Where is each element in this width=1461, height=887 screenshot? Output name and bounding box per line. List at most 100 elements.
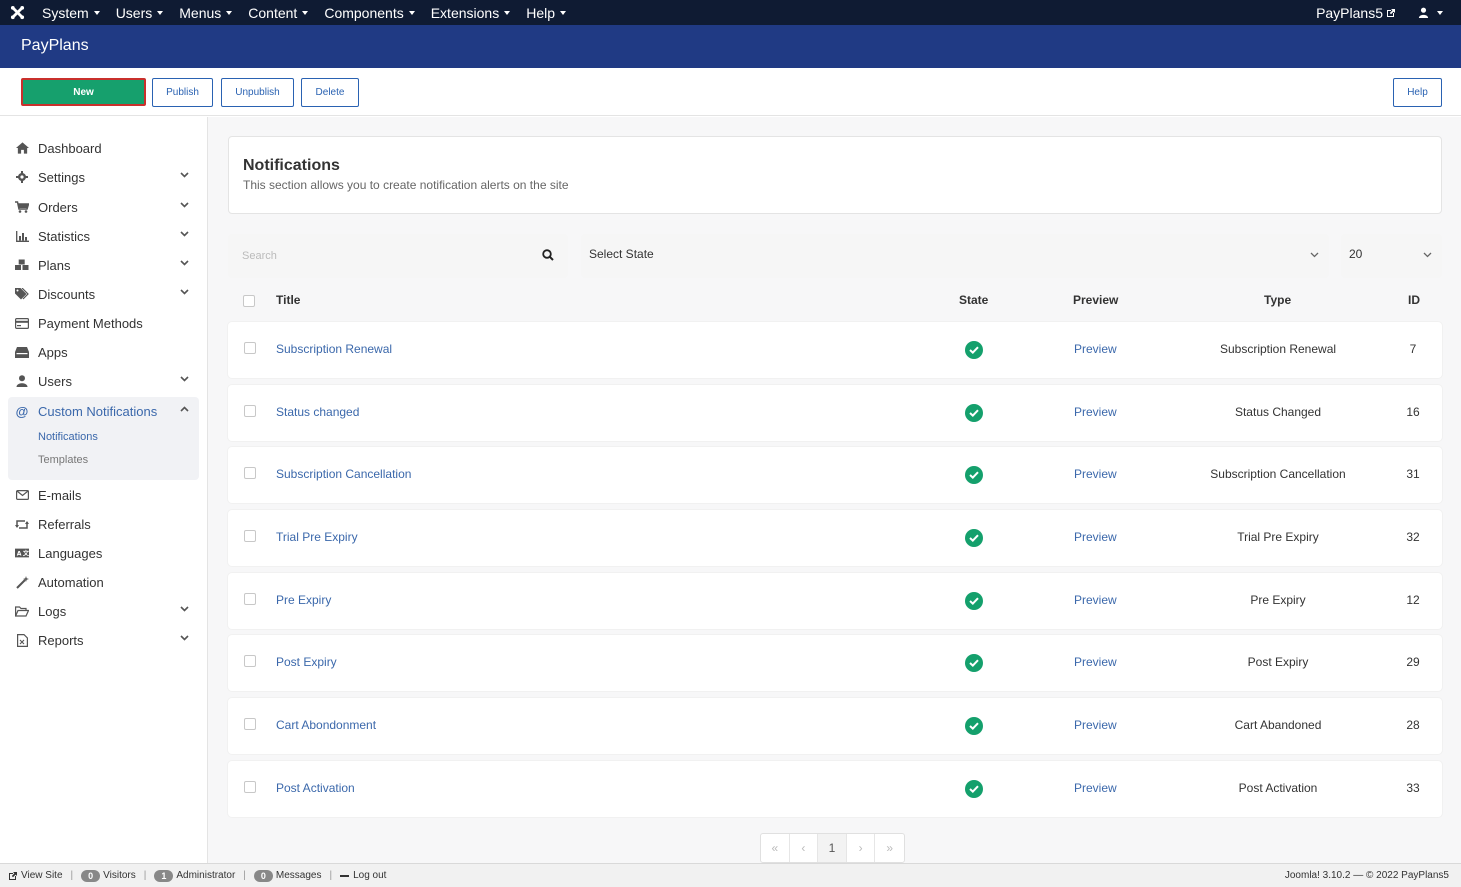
visitors-indicator[interactable]: 0 Visitors [73, 869, 144, 882]
messages-count-badge: 0 [253, 869, 273, 882]
sidebar-subitem-notifications[interactable]: Notifications [38, 431, 98, 443]
search-icon[interactable] [542, 249, 554, 261]
row-preview-link[interactable]: Preview [1074, 405, 1117, 419]
caret-down-icon [408, 10, 415, 15]
search-input[interactable]: Search [228, 234, 568, 278]
limit-select[interactable]: 20 [1341, 234, 1442, 278]
published-check-icon[interactable] [965, 780, 983, 798]
logout-link[interactable]: Log out [332, 870, 394, 881]
menu-users[interactable]: Users [108, 0, 172, 25]
sidebar-item-orders[interactable]: Orders [8, 195, 199, 219]
row-title-link[interactable]: Post Expiry [276, 655, 337, 669]
menu-help[interactable]: Help [518, 0, 574, 25]
unpublish-button[interactable]: Unpublish [221, 78, 294, 107]
external-link-icon [1387, 8, 1395, 17]
column-title[interactable]: Title [276, 293, 300, 307]
view-site-link[interactable]: View Site [0, 870, 71, 881]
row-type: Post Expiry [1247, 655, 1309, 669]
row-title-link[interactable]: Subscription Renewal [276, 342, 392, 356]
publish-button[interactable]: Publish [152, 78, 213, 107]
row-preview-link[interactable]: Preview [1074, 530, 1117, 544]
messages-indicator[interactable]: 0 Messages [246, 869, 330, 882]
sidebar-item-languages[interactable]: A文 Languages [8, 541, 199, 565]
row-checkbox[interactable] [244, 467, 256, 479]
new-button[interactable]: New [21, 78, 146, 106]
sidebar-item-dashboard[interactable]: Dashboard [8, 136, 199, 160]
prev-page-button[interactable]: ‹ [790, 834, 819, 862]
last-page-button[interactable]: » [875, 834, 904, 862]
delete-button[interactable]: Delete [301, 78, 359, 107]
next-page-button[interactable]: › [847, 834, 876, 862]
row-preview-link[interactable]: Preview [1074, 467, 1117, 481]
state-filter-select[interactable]: Select State [581, 234, 1329, 278]
sidebar-item-statistics[interactable]: Statistics [8, 224, 199, 248]
published-check-icon[interactable] [965, 341, 983, 359]
site-link[interactable]: PayPlans5 [1304, 5, 1408, 21]
menu-components[interactable]: Components [316, 0, 422, 25]
sidebar-item-referrals[interactable]: Referrals [8, 512, 199, 536]
row-preview-link[interactable]: Preview [1074, 655, 1117, 669]
row-preview-link[interactable]: Preview [1074, 718, 1117, 732]
sidebar-item-emails[interactable]: E-mails [8, 483, 199, 507]
caret-down-icon [93, 10, 100, 15]
user-menu[interactable] [1408, 7, 1461, 18]
row-checkbox[interactable] [244, 405, 256, 417]
row-type: Trial Pre Expiry [1237, 530, 1319, 544]
row-title-link[interactable]: Status changed [276, 405, 359, 419]
row-checkbox[interactable] [244, 655, 256, 667]
administrator-indicator[interactable]: 1 Administrator [146, 869, 243, 882]
row-type: Cart Abandoned [1234, 718, 1322, 732]
row-title-link[interactable]: Post Activation [276, 781, 355, 795]
row-title-link[interactable]: Cart Abondonment [276, 718, 376, 732]
sidebar-item-plans[interactable]: Plans [8, 253, 199, 277]
sidebar-item-apps[interactable]: Apps [8, 340, 199, 364]
row-type: Pre Expiry [1250, 593, 1306, 607]
published-check-icon[interactable] [965, 466, 983, 484]
row-type: Post Activation [1238, 781, 1318, 795]
chevron-down-icon [180, 260, 189, 266]
sidebar-item-settings[interactable]: Settings [8, 165, 199, 189]
first-page-button[interactable]: « [761, 834, 790, 862]
published-check-icon[interactable] [965, 592, 983, 610]
sidebar-item-users[interactable]: Users [8, 369, 199, 393]
select-all-checkbox[interactable] [243, 295, 255, 307]
sidebar-item-discounts[interactable]: Discounts [8, 282, 199, 306]
row-preview-link[interactable]: Preview [1074, 593, 1117, 607]
language-icon: A文 [15, 546, 29, 560]
sidebar-item-payment-methods[interactable]: Payment Methods [8, 311, 199, 335]
table-row: Cart Abondonment Preview Cart Abandoned … [228, 698, 1442, 754]
table-row: Post Expiry Preview Post Expiry 29 [228, 635, 1442, 691]
published-check-icon[interactable] [965, 529, 983, 547]
published-check-icon[interactable] [965, 654, 983, 672]
page-1-button[interactable]: 1 [818, 834, 847, 862]
menu-menus[interactable]: Menus [171, 0, 240, 25]
row-preview-link[interactable]: Preview [1074, 342, 1117, 356]
column-id[interactable]: ID [1408, 293, 1420, 307]
row-checkbox[interactable] [244, 718, 256, 730]
row-preview-link[interactable]: Preview [1074, 781, 1117, 795]
row-id: 33 [1406, 781, 1420, 795]
row-checkbox[interactable] [244, 593, 256, 605]
published-check-icon[interactable] [965, 404, 983, 422]
published-check-icon[interactable] [965, 717, 983, 735]
chevron-down-icon [180, 635, 189, 641]
row-title-link[interactable]: Subscription Cancellation [276, 467, 411, 481]
menu-content[interactable]: Content [240, 0, 316, 25]
joomla-logo-icon[interactable] [0, 0, 34, 25]
svg-text:文: 文 [23, 550, 29, 558]
sidebar-subitem-templates[interactable]: Templates [38, 454, 88, 466]
column-type[interactable]: Type [1264, 293, 1291, 307]
menu-extensions[interactable]: Extensions [423, 0, 518, 25]
sidebar-item-automation[interactable]: Automation [8, 570, 199, 594]
menu-system[interactable]: System [34, 0, 108, 25]
row-title-link[interactable]: Trial Pre Expiry [276, 530, 358, 544]
sidebar-item-custom-notifications[interactable]: @ Custom Notifications [8, 399, 199, 423]
row-checkbox[interactable] [244, 530, 256, 542]
column-state[interactable]: State [959, 293, 988, 307]
sidebar-item-logs[interactable]: Logs [8, 599, 199, 623]
row-checkbox[interactable] [244, 342, 256, 354]
row-title-link[interactable]: Pre Expiry [276, 593, 331, 607]
help-button[interactable]: Help [1393, 78, 1442, 107]
sidebar-item-reports[interactable]: Reports [8, 628, 199, 652]
row-checkbox[interactable] [244, 781, 256, 793]
